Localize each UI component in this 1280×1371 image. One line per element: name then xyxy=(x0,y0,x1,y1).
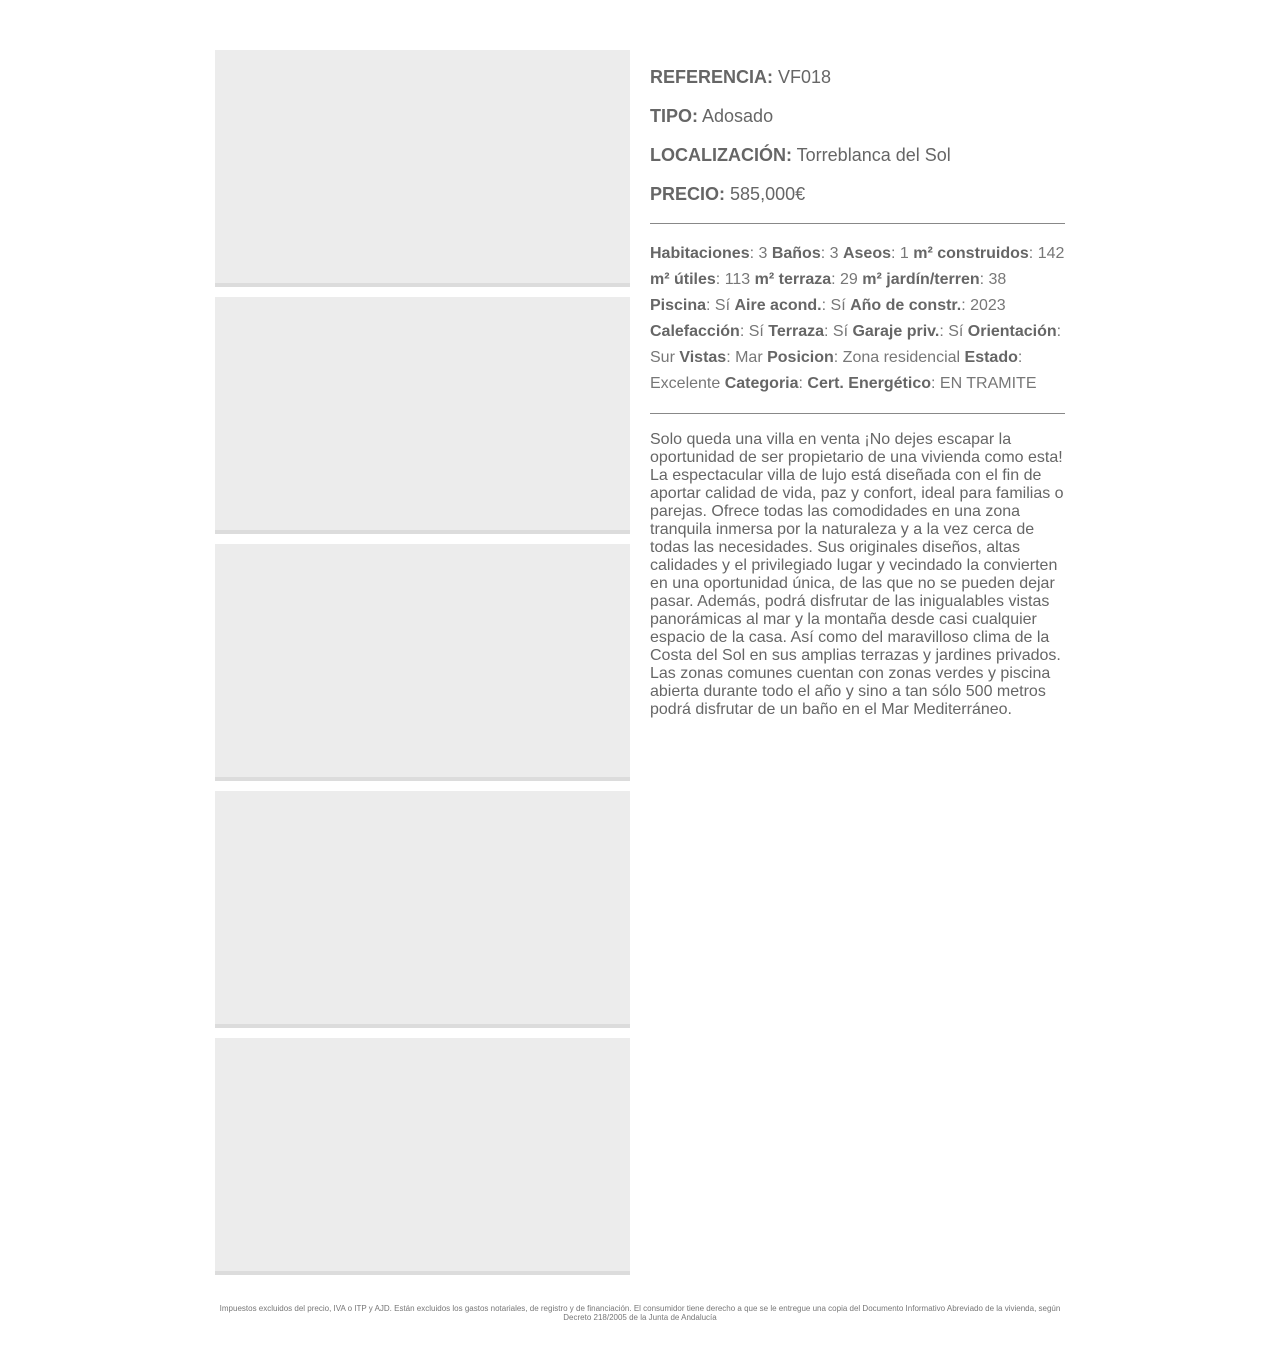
feature-label: Terraza xyxy=(768,323,824,340)
feature-label: Categoria xyxy=(724,375,799,392)
photo-gallery xyxy=(215,50,630,1275)
property-photo-2[interactable] xyxy=(215,297,630,534)
feature-value: : 2023 xyxy=(961,297,1006,314)
feature-item: Cert. Energético: EN TRAMITE xyxy=(807,375,1036,392)
feature-value: : 38 xyxy=(979,271,1007,288)
property-photo-3[interactable] xyxy=(215,544,630,781)
feature-label: Orientación xyxy=(967,323,1057,340)
feature-item: Piscina: Sí xyxy=(650,297,734,314)
feature-label: Garaje priv. xyxy=(852,323,940,340)
feature-label: m² construidos xyxy=(913,245,1029,262)
feature-item: m² jardín/terren: 38 xyxy=(862,271,1006,288)
feature-value: : Mar xyxy=(726,349,768,366)
feature-item: Aire acond.: Sí xyxy=(734,297,850,314)
property-photo-1[interactable] xyxy=(215,50,630,287)
divider-top xyxy=(650,223,1065,224)
feature-label: Piscina xyxy=(650,297,707,314)
reference-row: REFERENCIA: VF018 xyxy=(650,64,1065,90)
reference-label: REFERENCIA: xyxy=(650,67,774,87)
feature-label: m² jardín/terren xyxy=(862,271,980,288)
feature-label: Aseos xyxy=(842,245,891,262)
feature-item: Habitaciones: 3 xyxy=(650,245,772,262)
feature-item: Garaje priv.: Sí xyxy=(852,323,967,340)
feature-label: Posicion xyxy=(767,349,834,366)
price-value: 585,000€ xyxy=(730,184,806,204)
feature-value: : 1 xyxy=(891,245,914,262)
feature-label: Habitaciones xyxy=(650,245,750,262)
feature-item: Baños: 3 xyxy=(772,245,843,262)
price-label: PRECIO: xyxy=(650,184,726,204)
type-row: TIPO: Adosado xyxy=(650,103,1065,129)
feature-value: : 3 xyxy=(749,245,772,262)
feature-value: : Zona residencial xyxy=(833,349,965,366)
property-photo-4[interactable] xyxy=(215,791,630,1028)
location-value: Torreblanca del Sol xyxy=(796,145,951,165)
feature-item: m² terraza: 29 xyxy=(755,271,863,288)
feature-item: m² construidos: 142 xyxy=(913,245,1064,262)
feature-value: : 142 xyxy=(1028,245,1065,262)
feature-label: m² terraza xyxy=(754,271,832,288)
feature-value: : 3 xyxy=(820,245,843,262)
reference-value: VF018 xyxy=(778,67,832,87)
divider-bottom xyxy=(650,413,1065,414)
feature-item: m² útiles: 113 xyxy=(650,271,755,288)
feature-item: Vistas: Mar xyxy=(679,349,767,366)
location-row: LOCALIZACIÓN: Torreblanca del Sol xyxy=(650,142,1065,168)
feature-label: Estado xyxy=(964,349,1018,366)
feature-label: Aire acond. xyxy=(734,297,822,314)
feature-value: : 113 xyxy=(715,271,755,288)
feature-item: Calefacción: Sí xyxy=(650,323,768,340)
price-row: PRECIO: 585,000€ xyxy=(650,181,1065,207)
feature-item: Terraza: Sí xyxy=(768,323,852,340)
feature-value: : EN TRAMITE xyxy=(931,375,1037,392)
location-label: LOCALIZACIÓN: xyxy=(650,145,792,165)
type-label: TIPO: xyxy=(650,106,698,126)
feature-label: Calefacción xyxy=(650,323,740,340)
feature-item: Aseos: 1 xyxy=(843,245,913,262)
feature-value: : Sí xyxy=(821,297,851,314)
feature-item: Categoria: xyxy=(725,375,808,392)
feature-value: : Sí xyxy=(939,323,968,340)
features-list: Habitaciones: 3 Baños: 3 Aseos: 1 m² con… xyxy=(650,241,1065,397)
feature-label: Año de constr. xyxy=(850,297,962,314)
feature-value: : 29 xyxy=(831,271,863,288)
feature-label: m² útiles xyxy=(650,271,716,288)
legal-disclaimer: Impuestos excluidos del precio, IVA o IT… xyxy=(219,1304,1061,1322)
type-value: Adosado xyxy=(702,106,774,126)
feature-value: : Sí xyxy=(739,323,769,340)
feature-item: Año de constr.: 2023 xyxy=(850,297,1006,314)
feature-value: : Sí xyxy=(824,323,853,340)
feature-label: Vistas xyxy=(679,349,727,366)
feature-label: Baños xyxy=(771,245,821,262)
feature-value: : Sí xyxy=(706,297,735,314)
property-info: REFERENCIA: VF018 TIPO: Adosado LOCALIZA… xyxy=(650,64,1065,719)
feature-item: Posicion: Zona residencial xyxy=(767,349,964,366)
property-photo-5[interactable] xyxy=(215,1038,630,1275)
feature-label: Cert. Energético xyxy=(807,375,931,392)
property-description: Solo queda una villa en venta ¡No dejes … xyxy=(650,431,1064,718)
